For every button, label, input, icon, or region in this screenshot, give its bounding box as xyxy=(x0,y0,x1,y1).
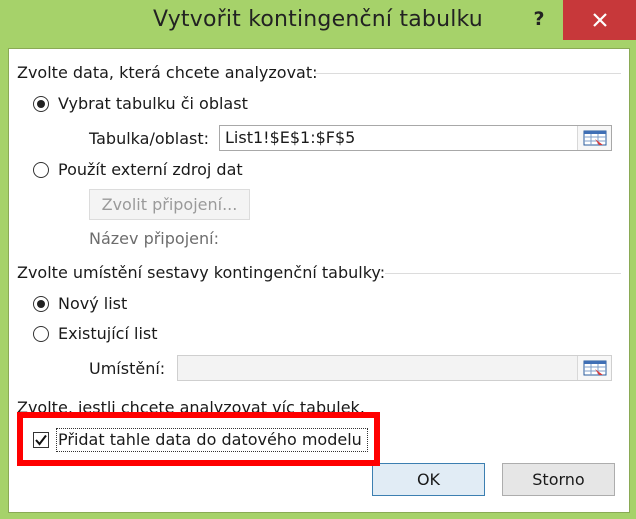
create-pivot-table-dialog: Vytvořit kontingenční tabulku ? Zvolte d… xyxy=(0,0,636,519)
table-range-value: List1!$E$1:$F$5 xyxy=(225,128,356,147)
radio-existing-sheet[interactable] xyxy=(33,326,49,342)
close-button[interactable] xyxy=(563,0,636,40)
radio-new-sheet[interactable] xyxy=(33,296,49,312)
divider xyxy=(315,73,621,74)
divider xyxy=(385,273,621,274)
radio-select-table[interactable] xyxy=(33,96,49,112)
collapse-dialog-location-icon[interactable] xyxy=(577,356,611,380)
radio-existing-sheet-label[interactable]: Existující list xyxy=(58,324,158,343)
table-range-label: Tabulka/oblast: xyxy=(89,129,210,148)
radio-external-source[interactable] xyxy=(33,162,49,178)
connection-name-label: Název připojení: xyxy=(89,229,219,248)
location-input[interactable] xyxy=(177,355,612,381)
location-section-heading: Zvolte umístění sestavy kontingenční tab… xyxy=(17,263,386,282)
table-range-input[interactable]: List1!$E$1:$F$5 xyxy=(219,125,612,151)
range-selector-icon xyxy=(583,130,607,146)
radio-new-sheet-label[interactable]: Nový list xyxy=(58,294,127,313)
range-selector-icon xyxy=(583,360,607,376)
cancel-button[interactable]: Storno xyxy=(502,463,615,496)
help-button[interactable]: ? xyxy=(526,6,552,32)
location-label: Umístění: xyxy=(89,359,166,378)
collapse-dialog-range-icon[interactable] xyxy=(577,126,611,150)
choose-connection-button[interactable]: Zvolit připojení... xyxy=(89,189,250,220)
data-section-heading: Zvolte data, která chcete analyzovat: xyxy=(17,63,318,82)
ok-button[interactable]: OK xyxy=(372,463,485,496)
radio-select-table-label[interactable]: Vybrat tabulku či oblast xyxy=(58,94,248,113)
close-icon xyxy=(592,13,607,27)
highlight-box xyxy=(17,412,380,466)
radio-external-source-label[interactable]: Použít externí zdroj dat xyxy=(58,160,243,179)
